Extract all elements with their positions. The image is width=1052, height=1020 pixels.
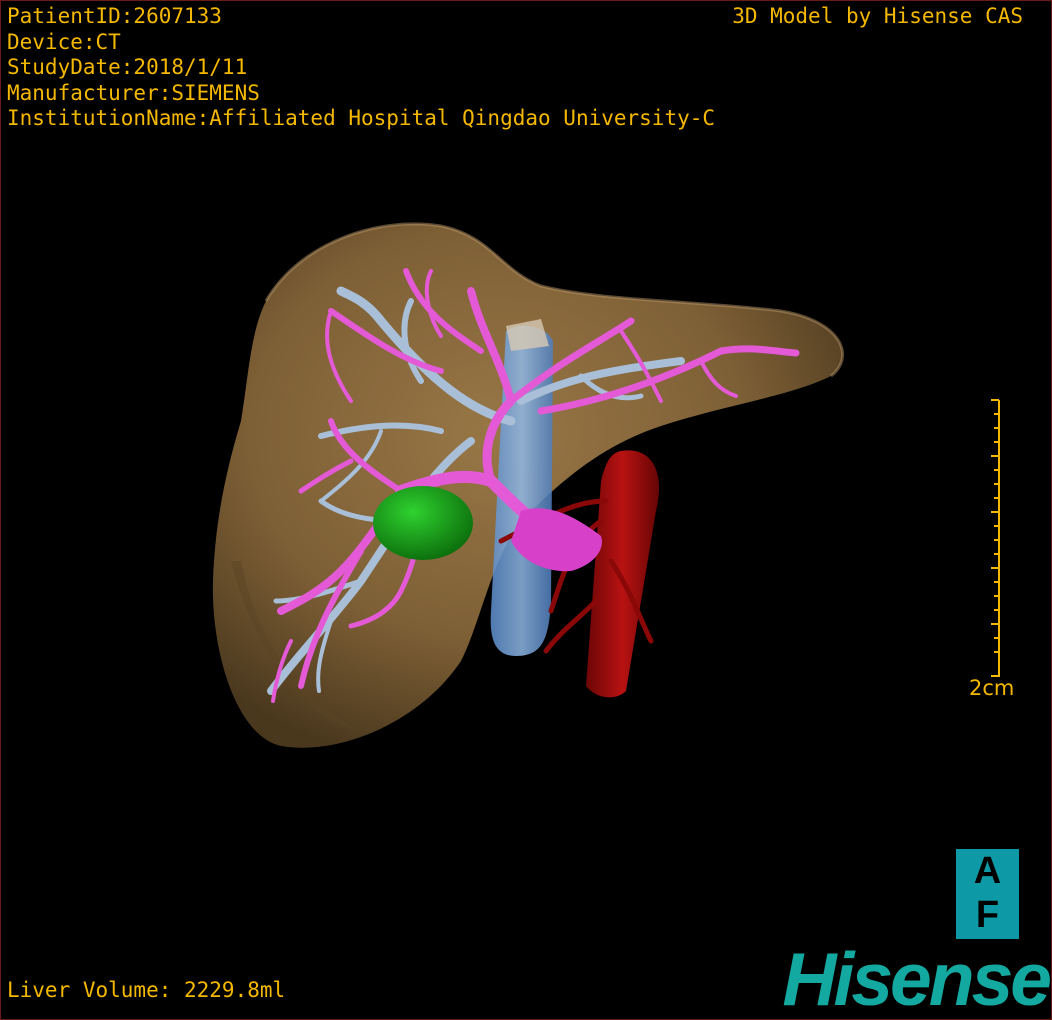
orientation-cube[interactable]: A F [956, 849, 1019, 939]
scale-label: 2cm [969, 676, 1015, 700]
liver-volume-text: Liver Volume: 2229.8ml [7, 978, 286, 1002]
3d-viewport[interactable]: PatientID:2607133 Device:CT StudyDate:20… [0, 0, 1052, 1020]
liver-3d-model[interactable] [1, 1, 1051, 1019]
scale-bar [991, 399, 1000, 677]
gallbladder [373, 486, 473, 560]
orientation-bottom-label: F [975, 894, 1000, 936]
hisense-logo: Hisense [782, 937, 1051, 1020]
orientation-top-label: A [973, 850, 1002, 892]
aorta [586, 450, 660, 698]
